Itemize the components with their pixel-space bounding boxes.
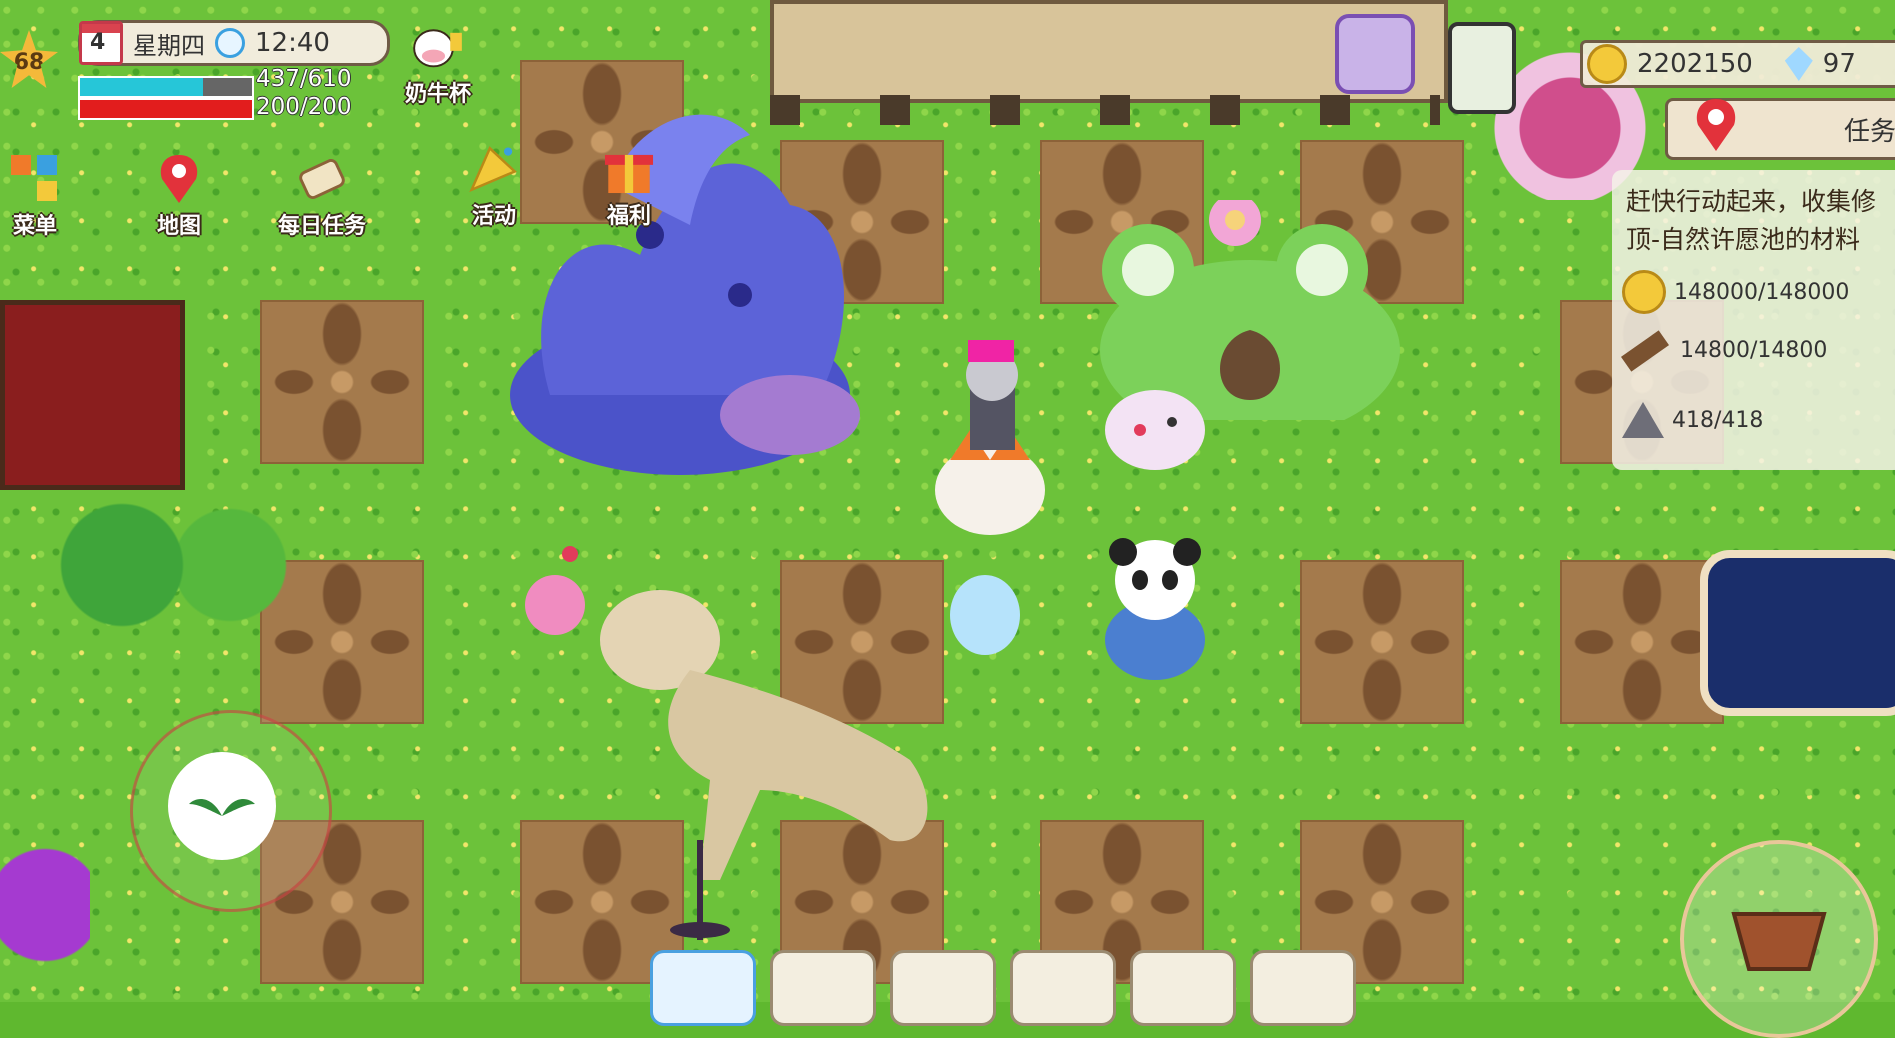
- cow-cup-label: 奶牛杯: [405, 82, 472, 107]
- hotbar-slot-3[interactable]: [890, 950, 996, 1026]
- basket-icon: [1731, 912, 1827, 971]
- calendar-day: 4: [90, 30, 106, 55]
- hotbar-slot-1[interactable]: [650, 950, 756, 1026]
- dirt-tile: [1300, 560, 1464, 724]
- mp-bar-fill: [80, 100, 252, 118]
- event-button[interactable]: 活动: [465, 140, 523, 230]
- task-tab[interactable]: 任务: [1665, 98, 1895, 160]
- date-time-bar: 4 星期四 12:40: [78, 20, 390, 66]
- hp-bar: [78, 76, 254, 98]
- calendar-icon: 4: [79, 21, 123, 65]
- player-character[interactable]: [930, 330, 1070, 540]
- quest-requirement-stone: 418/418: [1622, 402, 1763, 438]
- quest-line-2: 顶-自然许愿池的材料: [1626, 225, 1861, 254]
- cow-cup-button[interactable]: 奶牛杯: [405, 18, 471, 108]
- diamond-icon: [1784, 47, 1813, 81]
- menu-grid-icon: [6, 150, 64, 208]
- weekday-text: 星期四: [133, 31, 205, 60]
- item-hotbar: [650, 950, 1356, 1026]
- daily-tasks-button[interactable]: 每日任务: [278, 150, 366, 240]
- task-tab-label: 任务: [1844, 117, 1895, 147]
- hotbar-slot-5[interactable]: [1130, 950, 1236, 1026]
- stone-icon: [1622, 402, 1664, 438]
- panda-npc[interactable]: [1095, 530, 1215, 680]
- map-label: 地图: [156, 214, 201, 239]
- daily-tasks-label: 每日任务: [278, 214, 367, 239]
- clock-icon: [215, 28, 245, 58]
- quest-req-gold-text: 148000/148000: [1674, 279, 1850, 305]
- green-bush: [50, 500, 290, 630]
- tentacle-fountain[interactable]: [490, 95, 880, 485]
- pink-pet[interactable]: [515, 540, 595, 640]
- menu-button[interactable]: 菜单: [6, 150, 64, 240]
- joystick-knob[interactable]: [168, 752, 276, 860]
- hotbar-slot-2[interactable]: [770, 950, 876, 1026]
- quest-panel[interactable]: 赶快行动起来，收集修 顶-自然许愿池的材料 148000/148000 1480…: [1612, 170, 1895, 470]
- plant-card-button[interactable]: [1448, 22, 1516, 114]
- purple-tree: [0, 840, 90, 970]
- time-text: 12:40: [255, 28, 330, 58]
- quest-req-stone-text: 418/418: [1672, 407, 1764, 433]
- map-pin-icon: [150, 150, 208, 208]
- dirt-tile: [260, 300, 424, 464]
- jewelry-display-case[interactable]: [0, 300, 185, 490]
- quest-requirement-wood: 14800/14800: [1620, 329, 1828, 372]
- menu-label: 菜单: [12, 214, 57, 239]
- hp-text: 437/610: [256, 66, 352, 92]
- gift-box-icon: [600, 140, 658, 198]
- welfare-label: 福利: [606, 204, 651, 229]
- location-pin-icon: [1696, 99, 1736, 151]
- currency-bar: 2202150 97: [1580, 40, 1895, 88]
- level-number: 68: [13, 49, 45, 75]
- quest-requirement-gold: 148000/148000: [1622, 270, 1849, 314]
- mp-text: 200/200: [256, 94, 352, 120]
- quest-req-wood-text: 14800/14800: [1680, 338, 1828, 363]
- cow-icon: [409, 18, 467, 76]
- welfare-button[interactable]: 福利: [600, 140, 658, 230]
- gem-amount: 97: [1822, 49, 1856, 79]
- mp-bar: [78, 98, 254, 120]
- wood-log-icon: [1620, 329, 1670, 372]
- dinosaur-skeleton[interactable]: [550, 580, 970, 940]
- action-button[interactable]: [1680, 840, 1878, 1038]
- hotbar-slot-6[interactable]: [1250, 950, 1356, 1026]
- notice-board-button[interactable]: [1335, 14, 1415, 94]
- pink-ghost-pet[interactable]: [1100, 380, 1210, 480]
- event-label: 活动: [471, 204, 516, 229]
- scroll-icon: [293, 150, 351, 208]
- snow-globe-bed[interactable]: [1700, 550, 1895, 716]
- hp-bar-fill: [80, 78, 204, 96]
- quest-line-1: 赶快行动起来，收集修: [1626, 187, 1877, 216]
- gold-coin-icon: [1587, 44, 1627, 84]
- map-button[interactable]: 地图: [150, 150, 208, 240]
- gold-amount: 2202150: [1637, 49, 1753, 79]
- wings-icon: [189, 799, 255, 816]
- gold-coin-icon: [1622, 270, 1666, 314]
- party-popper-icon: [465, 140, 523, 198]
- hotbar-slot-4[interactable]: [1010, 950, 1116, 1026]
